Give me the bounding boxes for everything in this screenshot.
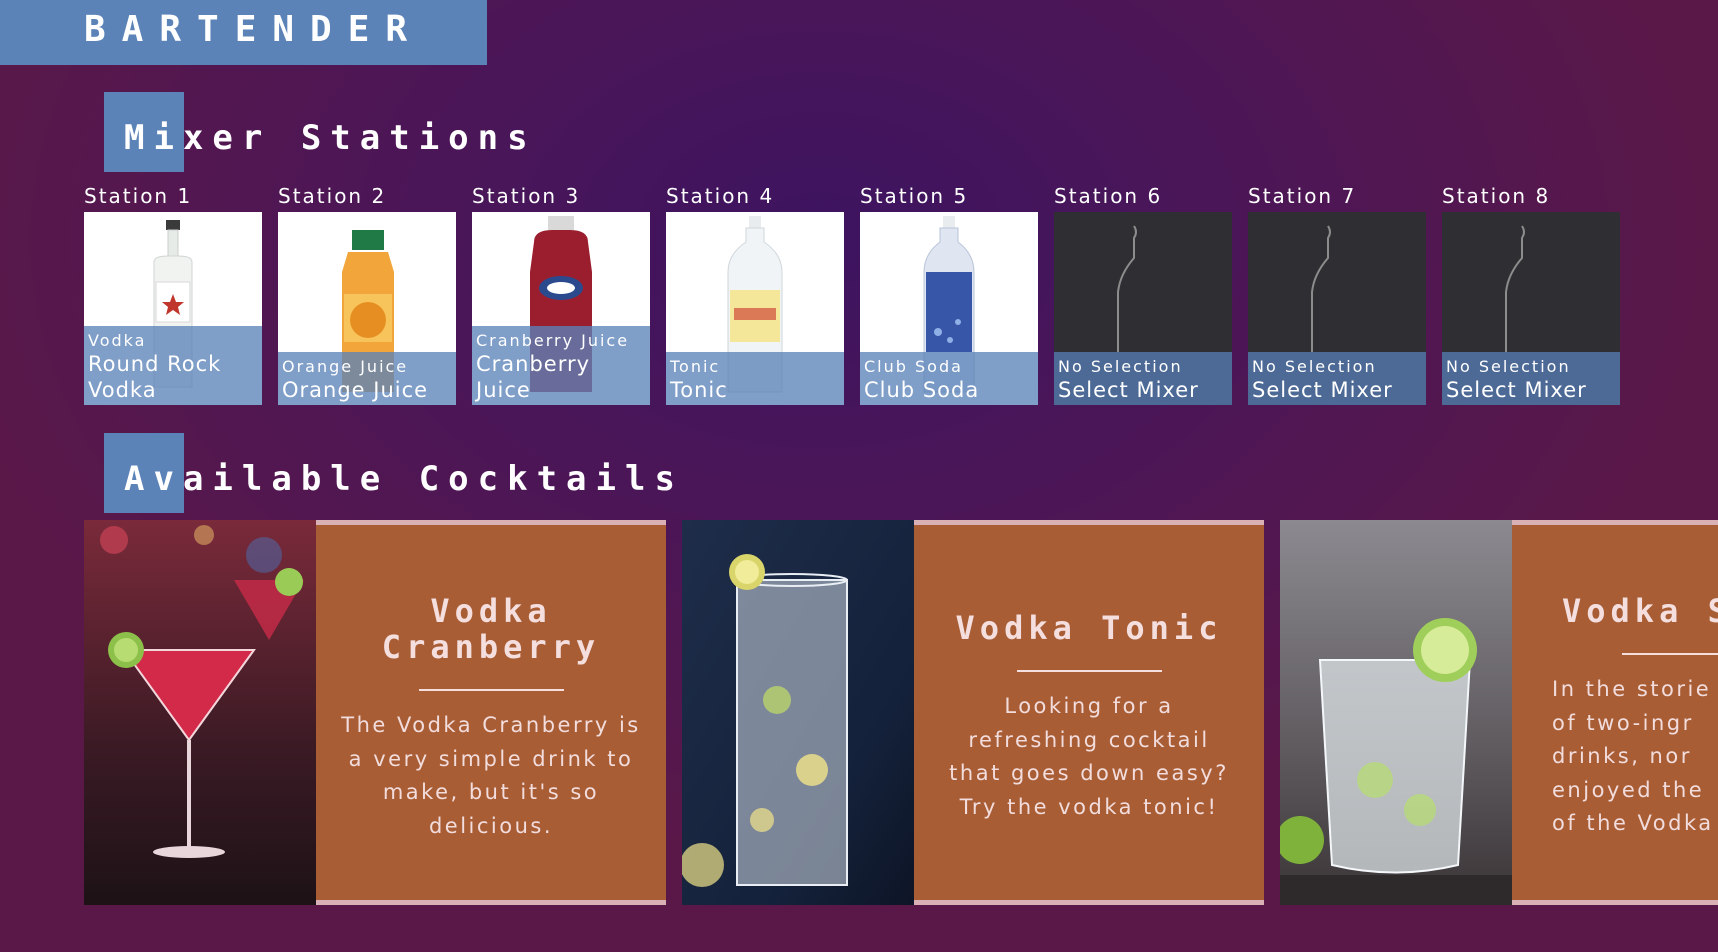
station-label: Station 2 xyxy=(278,184,387,208)
cocktail-info-panel: Vodka Tonic Looking for a refreshing coc… xyxy=(914,520,1264,905)
mixer-stations-heading: Mixer Stations xyxy=(124,118,537,158)
mixer-type: Club Soda xyxy=(864,357,963,376)
station-card[interactable]: Vodka Round Rock Vodka xyxy=(84,212,262,405)
station-label: Station 8 xyxy=(1442,184,1551,208)
cocktail-description: In the storie of two-ingr drinks, nor en… xyxy=(1552,677,1714,835)
mixer-type: No Selection xyxy=(1252,357,1377,376)
mixer-station-1: Station 1 Vodka Round Rock Vodka xyxy=(84,184,262,405)
station-label: Station 1 xyxy=(84,184,193,208)
mixer-type: No Selection xyxy=(1446,357,1571,376)
cocktail-name: Vodka Cranberry xyxy=(381,592,601,666)
station-overlay: Club Soda Club Soda xyxy=(860,352,1038,405)
cocktail-card-vodka-tonic[interactable]: Vodka Tonic Looking for a refreshing coc… xyxy=(682,520,1264,905)
mixer-name: Select Mixer xyxy=(1252,378,1393,402)
station-card[interactable]: Tonic Tonic xyxy=(666,212,844,405)
mixer-type: No Selection xyxy=(1058,357,1183,376)
app-title: BARTENDER xyxy=(84,9,424,50)
mixer-station-5: Station 5 Club Soda Club Soda xyxy=(860,184,1038,405)
mixer-station-2: Station 2 Orange Juice Orange Juice xyxy=(278,184,456,405)
cocktail-info-panel: Vodka Cranberry The Vodka Cranberry is a… xyxy=(316,520,666,905)
title-divider xyxy=(1016,670,1162,672)
station-label: Station 4 xyxy=(666,184,775,208)
station-overlay: Orange Juice Orange Juice xyxy=(278,352,456,405)
cocktail-card-vodka-soda[interactable]: Vodka S In the storie of two-ingr drinks… xyxy=(1280,520,1718,905)
station-label: Station 7 xyxy=(1248,184,1357,208)
vodka-cranberry-photo xyxy=(84,520,316,905)
station-card[interactable]: Orange Juice Orange Juice xyxy=(278,212,456,405)
station-label: Station 6 xyxy=(1054,184,1163,208)
mixer-station-6: Station 6 No Selection Select Mixer xyxy=(1054,184,1232,405)
available-cocktails-heading: Available Cocktails xyxy=(124,459,684,499)
mixer-name: Orange Juice xyxy=(282,378,429,402)
cocktail-description: Looking for a refreshing cocktail that g… xyxy=(949,694,1229,819)
cocktail-name: Vodka S xyxy=(1562,592,1718,630)
station-overlay: Tonic Tonic xyxy=(666,352,844,405)
station-label: Station 5 xyxy=(860,184,969,208)
mixer-name: Cranberry Juice xyxy=(476,352,591,402)
station-card[interactable]: Cranberry Juice Cranberry Juice xyxy=(472,212,650,405)
title-divider xyxy=(418,689,564,691)
mixer-type: Vodka xyxy=(88,331,147,350)
cocktail-description: The Vodka Cranberry is a very simple dri… xyxy=(341,713,641,838)
station-overlay: No Selection Select Mixer xyxy=(1054,352,1232,405)
mixer-name: Select Mixer xyxy=(1058,378,1199,402)
title-divider xyxy=(1622,653,1718,655)
mixer-station-7: Station 7 No Selection Select Mixer xyxy=(1248,184,1426,405)
station-overlay: No Selection Select Mixer xyxy=(1248,352,1426,405)
mixer-name: Select Mixer xyxy=(1446,378,1587,402)
station-card[interactable]: Club Soda Club Soda xyxy=(860,212,1038,405)
mixer-station-8: Station 8 No Selection Select Mixer xyxy=(1442,184,1620,405)
station-card[interactable]: No Selection Select Mixer xyxy=(1054,212,1232,405)
cocktail-info-panel: Vodka S In the storie of two-ingr drinks… xyxy=(1512,520,1718,905)
mixer-type: Orange Juice xyxy=(282,357,409,376)
station-overlay: No Selection Select Mixer xyxy=(1442,352,1620,405)
cocktail-name: Vodka Tonic xyxy=(955,609,1223,647)
app-header: BARTENDER xyxy=(0,0,487,65)
station-card[interactable]: No Selection Select Mixer xyxy=(1442,212,1620,405)
mixer-name: Club Soda xyxy=(864,378,980,402)
station-card[interactable]: No Selection Select Mixer xyxy=(1248,212,1426,405)
cocktail-card-vodka-cranberry[interactable]: Vodka Cranberry The Vodka Cranberry is a… xyxy=(84,520,666,905)
vodka-tonic-photo xyxy=(682,520,914,905)
mixer-name: Tonic xyxy=(670,378,728,402)
station-overlay: Cranberry Juice Cranberry Juice xyxy=(472,326,650,405)
vodka-soda-photo xyxy=(1280,520,1512,905)
mixer-name: Round Rock Vodka xyxy=(88,352,222,402)
mixer-station-3: Station 3 Cranberry Juice Cranberry Juic… xyxy=(472,184,650,405)
mixer-type: Cranberry Juice xyxy=(476,331,630,350)
mixer-type: Tonic xyxy=(670,357,721,376)
mixer-station-4: Station 4 Tonic Tonic xyxy=(666,184,844,405)
station-label: Station 3 xyxy=(472,184,581,208)
station-overlay: Vodka Round Rock Vodka xyxy=(84,326,262,405)
